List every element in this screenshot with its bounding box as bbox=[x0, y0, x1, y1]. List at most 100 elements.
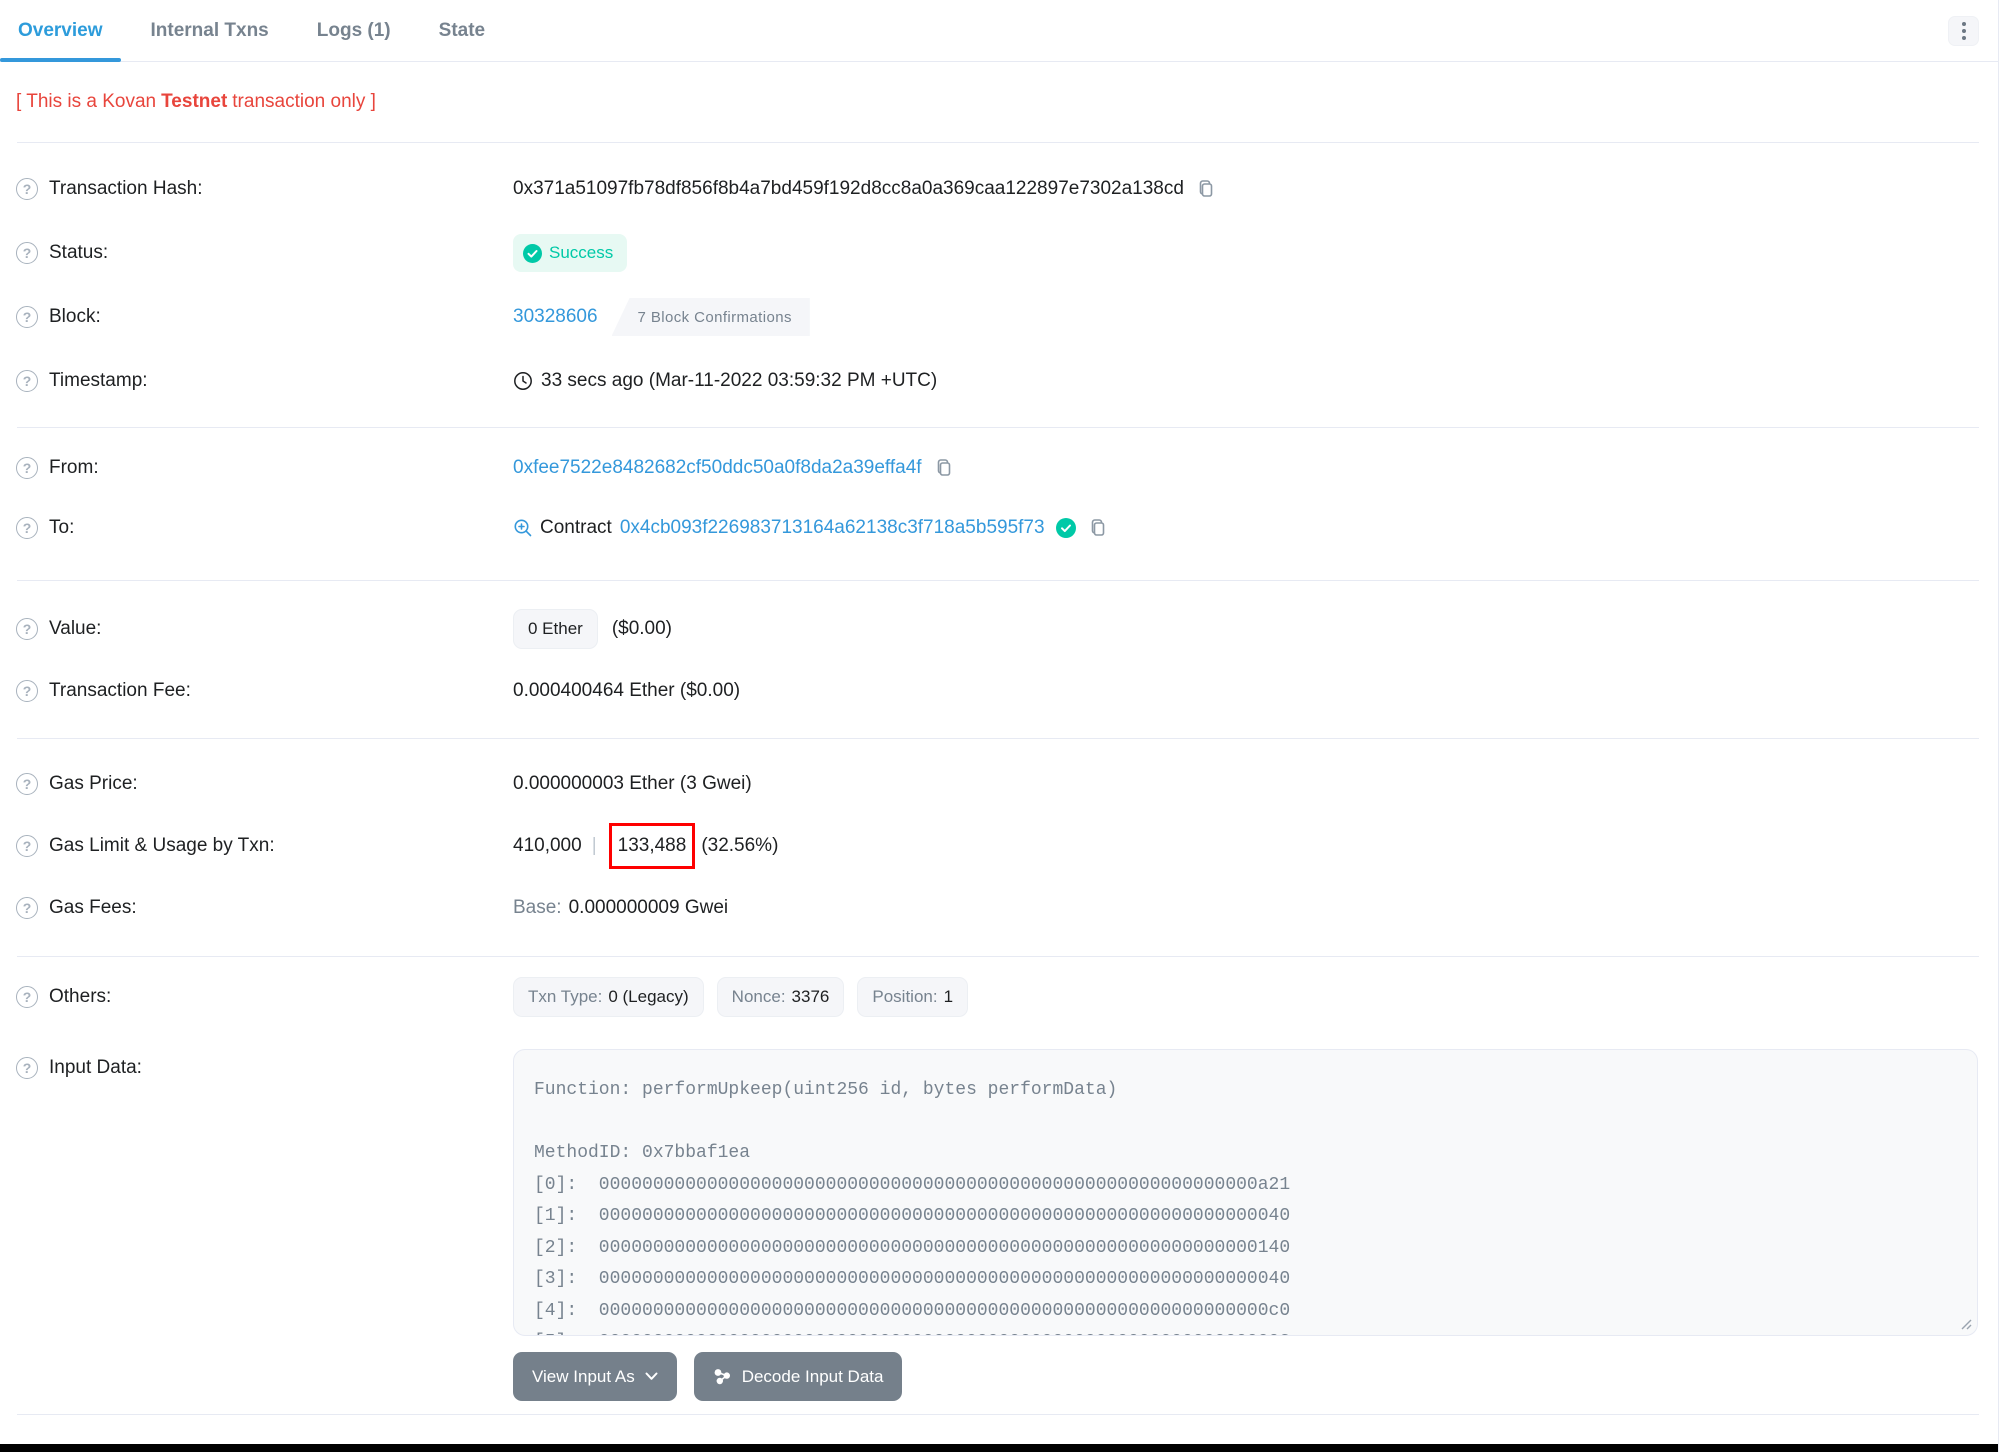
section-value: ? Value: 0 Ether ($0.00) ? Transaction F… bbox=[0, 581, 1998, 738]
row-others: ? Others: Txn Type: 0 (Legacy) Nonce: 33… bbox=[0, 965, 1998, 1029]
status-badge: Success bbox=[513, 234, 628, 272]
kebab-dot-icon bbox=[1961, 36, 1966, 40]
txn-type-value: 0 (Legacy) bbox=[608, 987, 689, 1006]
copy-icon[interactable] bbox=[934, 458, 954, 478]
gas-limit-value: 410,000 bbox=[513, 835, 582, 856]
input-data-textarea[interactable]: Function: performUpkeep(uint256 id, byte… bbox=[513, 1049, 1978, 1336]
verified-check-icon bbox=[1055, 518, 1076, 538]
help-icon[interactable]: ? bbox=[16, 370, 38, 392]
row-timestamp: ? Timestamp: 33 secs ago (Mar-11-2022 03… bbox=[0, 349, 1998, 413]
txn-type-badge: Txn Type: 0 (Legacy) bbox=[513, 977, 704, 1017]
section-parties: ? From: 0xfee7522e8482682cf50ddc50a0f8da… bbox=[0, 428, 1998, 580]
others-label: Others: bbox=[49, 986, 112, 1007]
gas-limit-label: Gas Limit & Usage by Txn: bbox=[49, 835, 275, 856]
zoom-in-icon[interactable] bbox=[513, 518, 533, 538]
testnet-warning: [ This is a Kovan Testnet transaction on… bbox=[0, 62, 1998, 142]
value-usd: ($0.00) bbox=[611, 618, 673, 639]
transaction-detail-page: Overview Internal Txns Logs (1) State [ … bbox=[0, 0, 1999, 1452]
gas-fees-base-label: Base: bbox=[513, 897, 562, 918]
row-gas-fees: ? Gas Fees: Base: 0.000000009 Gwei bbox=[0, 877, 1998, 939]
help-icon[interactable]: ? bbox=[16, 178, 38, 200]
transaction-fee-label: Transaction Fee: bbox=[49, 680, 191, 701]
tab-bar: Overview Internal Txns Logs (1) State bbox=[0, 0, 1998, 62]
input-data-line bbox=[534, 1107, 1957, 1139]
help-icon[interactable]: ? bbox=[16, 306, 38, 328]
to-contract-word: Contract bbox=[540, 517, 612, 538]
row-from: ? From: 0xfee7522e8482682cf50ddc50a0f8da… bbox=[0, 438, 1998, 498]
gas-usage-value: 133,488 bbox=[617, 835, 687, 856]
transaction-hash-label: Transaction Hash: bbox=[49, 178, 203, 199]
tab-logs-label: Logs (1) bbox=[316, 19, 391, 41]
help-icon[interactable]: ? bbox=[16, 835, 38, 857]
block-confirmations-badge: 7 Block Confirmations bbox=[611, 298, 810, 336]
input-data-line: [3]: 00000000000000000000000000000000000… bbox=[534, 1269, 1291, 1289]
copy-icon[interactable] bbox=[1088, 518, 1108, 538]
decode-input-data-label: Decode Input Data bbox=[741, 1366, 884, 1386]
kebab-dot-icon bbox=[1961, 29, 1966, 33]
from-address-link[interactable]: 0xfee7522e8482682cf50ddc50a0f8da2a39effa… bbox=[513, 457, 922, 479]
warning-prefix: [ This is a Kovan bbox=[16, 91, 157, 112]
tab-logs[interactable]: Logs (1) bbox=[299, 0, 409, 61]
status-badge-label: Success bbox=[549, 243, 614, 262]
tab-overview-label: Overview bbox=[18, 19, 103, 41]
help-icon[interactable]: ? bbox=[16, 773, 38, 795]
position-key: Position: bbox=[872, 987, 938, 1006]
tab-internal-txns-label: Internal Txns bbox=[150, 19, 269, 41]
warning-suffix: transaction only ] bbox=[232, 91, 376, 112]
copy-icon[interactable] bbox=[1196, 179, 1216, 199]
section-summary: ? Transaction Hash: 0x371a51097fb78df856… bbox=[0, 143, 1998, 427]
row-transaction-hash: ? Transaction Hash: 0x371a51097fb78df856… bbox=[0, 157, 1998, 221]
tab-state[interactable]: State bbox=[421, 0, 503, 61]
row-to: ? To: Contract 0x4cb093f226983713164a621… bbox=[0, 498, 1998, 558]
transaction-hash-value: 0x371a51097fb78df856f8b4a7bd459f192d8cc8… bbox=[513, 178, 1184, 199]
transaction-fee-value: 0.000400464 Ether ($0.00) bbox=[513, 680, 741, 701]
from-label: From: bbox=[49, 457, 99, 478]
kebab-menu-button[interactable] bbox=[1948, 16, 1979, 46]
nonce-value: 3376 bbox=[791, 987, 830, 1006]
tab-state-label: State bbox=[438, 19, 486, 41]
status-label: Status: bbox=[49, 242, 109, 263]
view-input-as-button[interactable]: View Input As bbox=[513, 1352, 677, 1401]
section-divider bbox=[17, 1414, 1979, 1415]
resize-handle[interactable] bbox=[1960, 1318, 1972, 1330]
decode-input-data-button[interactable]: Decode Input Data bbox=[693, 1352, 903, 1401]
section-others-input: ? Others: Txn Type: 0 (Legacy) Nonce: 33… bbox=[0, 957, 1998, 1415]
block-number-link[interactable]: 30328606 bbox=[513, 306, 598, 328]
tab-overview[interactable]: Overview bbox=[0, 0, 121, 62]
help-icon[interactable]: ? bbox=[16, 618, 38, 640]
nonce-key: Nonce: bbox=[731, 987, 786, 1006]
input-data-line: [2]: 00000000000000000000000000000000000… bbox=[534, 1237, 1291, 1258]
block-label: Block: bbox=[49, 306, 101, 327]
tab-internal-txns[interactable]: Internal Txns bbox=[133, 0, 287, 61]
txn-type-key: Txn Type: bbox=[528, 987, 603, 1006]
row-gas-limit-usage: ? Gas Limit & Usage by Txn: 410,000 | 13… bbox=[0, 815, 1998, 877]
gas-fees-label: Gas Fees: bbox=[49, 897, 137, 918]
annotation-highlight-box: 133,488 bbox=[608, 823, 696, 869]
help-icon[interactable]: ? bbox=[16, 457, 38, 479]
input-data-line: [5]: 00000000000000000000000000000000000… bbox=[534, 1327, 1957, 1335]
check-circle-icon bbox=[523, 243, 542, 263]
row-value: ? Value: 0 Ether ($0.00) bbox=[0, 598, 1998, 660]
to-address-link[interactable]: 0x4cb093f226983713164a62138c3f718a5b595f… bbox=[620, 517, 1045, 539]
timestamp-label: Timestamp: bbox=[49, 370, 148, 391]
gas-price-value: 0.000000003 Ether (3 Gwei) bbox=[513, 773, 752, 794]
kebab-dot-icon bbox=[1961, 22, 1966, 26]
bottom-black-bar bbox=[0, 1444, 1998, 1452]
help-icon[interactable]: ? bbox=[16, 680, 38, 702]
gas-limit-separator: | bbox=[591, 835, 597, 856]
timestamp-value: 33 secs ago (Mar-11-2022 03:59:32 PM +UT… bbox=[541, 370, 938, 391]
help-icon[interactable]: ? bbox=[16, 897, 38, 919]
input-data-label: Input Data: bbox=[49, 1057, 142, 1078]
clock-icon bbox=[514, 372, 532, 390]
value-badge-text: 0 Ether bbox=[528, 619, 583, 638]
gas-usage-percent: (32.56%) bbox=[701, 835, 779, 856]
help-icon[interactable]: ? bbox=[16, 986, 38, 1008]
help-icon[interactable]: ? bbox=[16, 517, 38, 539]
position-value: 1 bbox=[943, 987, 954, 1006]
help-icon[interactable]: ? bbox=[16, 1057, 38, 1079]
help-icon[interactable]: ? bbox=[16, 242, 38, 264]
input-data-line: [1]: 00000000000000000000000000000000000… bbox=[534, 1206, 1291, 1226]
row-block: ? Block: 30328606 7 Block Confirmations bbox=[0, 285, 1998, 349]
input-data-line: [4]: 00000000000000000000000000000000000… bbox=[534, 1300, 1291, 1321]
nonce-badge: Nonce: 3376 bbox=[716, 977, 845, 1017]
